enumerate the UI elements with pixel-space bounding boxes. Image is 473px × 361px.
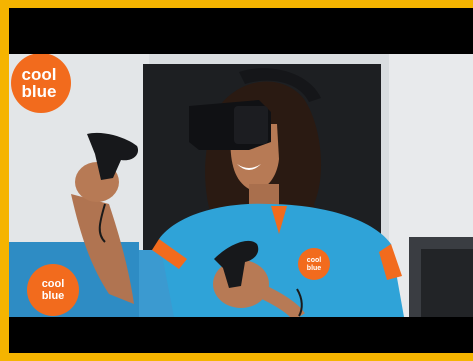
brand-logo-line2: blue	[22, 82, 57, 101]
letterbox-top	[9, 8, 473, 54]
scene-photo: cool blue cool blue cool blue	[9, 54, 473, 317]
video-area[interactable]: cool blue cool blue cool blue	[9, 8, 473, 353]
shirt-logo-line2: blue	[307, 265, 321, 272]
shirt-logo	[298, 248, 330, 280]
box-logo-line2: blue	[42, 290, 65, 302]
box-logo-line1: cool	[42, 278, 65, 290]
letterbox-bottom	[9, 317, 473, 353]
video-frame: cool blue cool blue cool blue	[0, 0, 473, 361]
shirt-logo-line1: cool	[307, 257, 321, 264]
